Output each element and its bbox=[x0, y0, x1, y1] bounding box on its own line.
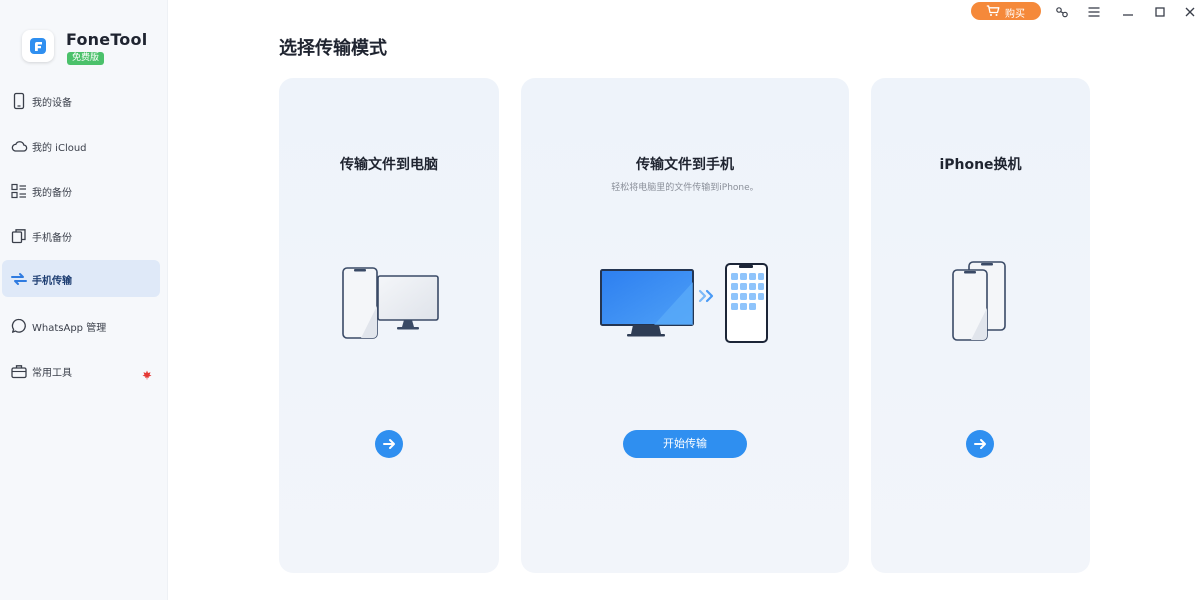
buy-label: 购买 bbox=[1005, 9, 1025, 20]
computer-to-phone-illustration bbox=[599, 262, 771, 350]
sidebar-item-my-backups[interactable]: 我的备份 bbox=[2, 172, 160, 209]
card-description: 轻松将电脑里的文件传输到iPhone。 bbox=[611, 183, 759, 193]
chat-bubble-icon bbox=[10, 317, 28, 335]
sidebar-item-my-devices[interactable]: 我的设备 bbox=[2, 82, 160, 119]
sidebar-item-common-tools[interactable]: 常用工具 bbox=[2, 352, 160, 389]
start-transfer-button[interactable]: 开始传输 bbox=[623, 430, 747, 458]
sidebar-item-whatsapp[interactable]: WhatsApp 管理 bbox=[2, 307, 160, 344]
arrow-right-button[interactable] bbox=[375, 430, 403, 458]
copy-icon bbox=[10, 227, 28, 245]
close-icon[interactable] bbox=[1183, 4, 1197, 18]
sidebar: FoneTool 免费版 我的设备 我的 iCloud 我的备份 手机备份 手机… bbox=[0, 0, 168, 600]
cart-icon bbox=[986, 5, 1000, 16]
card-title: iPhone换机 bbox=[939, 157, 1022, 173]
phone-to-computer-illustration bbox=[341, 266, 441, 345]
page-title: 选择传输模式 bbox=[279, 38, 387, 59]
backup-list-icon bbox=[10, 182, 28, 200]
maximize-icon[interactable] bbox=[1153, 4, 1167, 18]
sidebar-item-phone-transfer[interactable]: 手机传输 bbox=[2, 260, 160, 297]
phone-icon bbox=[10, 92, 28, 110]
sidebar-item-my-icloud[interactable]: 我的 iCloud bbox=[2, 127, 160, 164]
menu-icon[interactable] bbox=[1087, 4, 1101, 18]
transfer-arrows-icon bbox=[10, 270, 28, 288]
brand: FoneTool 免费版 bbox=[22, 28, 162, 68]
minimize-icon[interactable] bbox=[1121, 4, 1135, 18]
buy-button[interactable]: 购买 bbox=[971, 2, 1041, 20]
sidebar-item-label: 手机传输 bbox=[32, 276, 72, 287]
fonetool-logo bbox=[22, 30, 54, 62]
card-transfer-to-computer[interactable]: 传输文件到电脑 bbox=[279, 78, 499, 573]
app-name: FoneTool bbox=[66, 30, 148, 49]
card-title: 传输文件到电脑 bbox=[340, 157, 438, 173]
arrow-right-icon bbox=[383, 439, 395, 449]
cloud-icon bbox=[10, 137, 28, 155]
card-iphone-switch[interactable]: iPhone换机 bbox=[871, 78, 1090, 573]
arrow-right-button[interactable] bbox=[966, 430, 994, 458]
link-settings-icon[interactable] bbox=[1055, 4, 1069, 18]
sidebar-item-label: 我的 iCloud bbox=[32, 143, 87, 154]
toolbox-icon bbox=[10, 362, 28, 380]
sidebar-item-label: 我的设备 bbox=[32, 98, 72, 109]
sidebar-item-label: 我的备份 bbox=[32, 188, 72, 199]
sidebar-item-label: 手机备份 bbox=[32, 233, 72, 244]
sidebar-item-phone-backup[interactable]: 手机备份 bbox=[2, 217, 160, 254]
card-transfer-to-phone[interactable]: 传输文件到手机 轻松将电脑里的文件传输到iPhone。 开始传输 bbox=[521, 78, 849, 573]
sidebar-item-label: 常用工具 bbox=[32, 368, 72, 379]
arrow-right-icon bbox=[974, 439, 986, 449]
sidebar-item-label: WhatsApp 管理 bbox=[32, 323, 107, 334]
maple-leaf-icon bbox=[142, 365, 152, 380]
phone-to-phone-illustration bbox=[951, 260, 1009, 346]
edition-badge: 免费版 bbox=[67, 52, 105, 65]
card-title: 传输文件到手机 bbox=[636, 157, 734, 173]
